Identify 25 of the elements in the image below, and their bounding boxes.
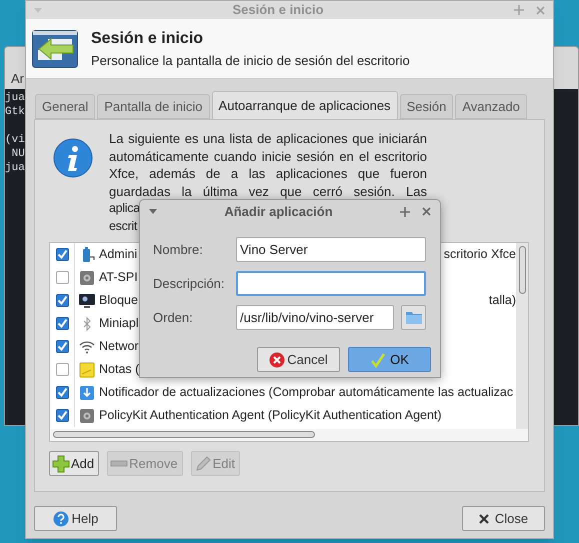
app-name: Admini <box>99 246 138 264</box>
app-name: Notas ( <box>99 361 140 378</box>
header-title: Sesión e inicio <box>91 28 204 49</box>
window-title: Sesión e inicio <box>231 1 325 20</box>
app-name: Networ <box>99 338 139 356</box>
terminal-line: (vi <box>5 133 25 147</box>
app-name-end: talla) <box>488 292 516 310</box>
header-subtitle: Personalice la pantalla de inicio de sesión del escritorio <box>91 52 410 70</box>
info-text-fragment: escrit <box>109 218 138 234</box>
terminal-line: NU <box>10 147 25 161</box>
info-text-fragment: aplica <box>109 200 140 217</box>
terminal-line: jua <box>5 91 25 105</box>
terminal-line: jua <box>5 161 25 175</box>
dialog-title: Añadir aplicación <box>223 202 334 221</box>
app-name: Miniapl <box>99 315 139 332</box>
field-label: Orden: <box>153 308 194 327</box>
app-name-end: scritorio Xfce <box>444 246 516 264</box>
terminal-line: Gtk <box>5 105 25 119</box>
field-label: Nombre: <box>153 240 204 259</box>
field-label: Descripción: <box>153 274 226 293</box>
app-name: Notificador de actualizaciones (Comprobar automáticamente las actualizac <box>99 384 514 402</box>
app-name: PolicyKit Authentication Agent (PolicyKit Authentication Agent) <box>99 407 442 424</box>
app-name: Bloque <box>99 292 138 310</box>
app-name: AT-SPI <box>99 269 138 286</box>
info-text: La siguiente es una lista de aplicaciones que iniciarán automáticamente cuando inicie sesión en el escritorio Xfce, además de a las aplicaciones que fueron guardadas la última vez que cerró sesión. Las <box>109 130 427 200</box>
